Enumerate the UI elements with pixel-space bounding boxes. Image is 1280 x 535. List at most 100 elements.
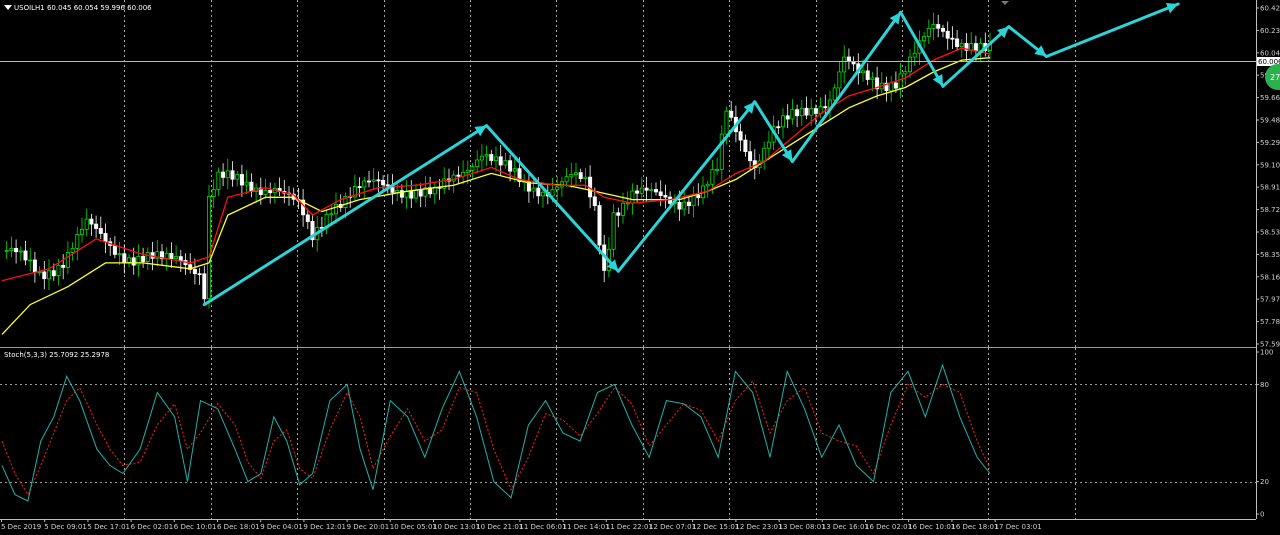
time-tick-label: 6 Dec 18:01 (217, 523, 260, 531)
stoch-panel-bg (0, 348, 1256, 519)
candle-body (18, 250, 23, 253)
candle-body (98, 228, 103, 234)
time-tick-label: 9 Dec 20:01 (347, 523, 390, 531)
candle-body (644, 187, 649, 191)
candle-body (235, 174, 240, 180)
candle-body (362, 180, 367, 188)
time-tick-label: 12 Dec 15:01 (692, 523, 739, 531)
candle-body (696, 194, 701, 199)
candle-body (376, 179, 381, 182)
candle-body (305, 214, 310, 222)
price-tick-label: 59.480 (1260, 117, 1280, 125)
candle-body (738, 131, 743, 141)
candle-body (230, 170, 235, 180)
price-tick-label: 57.595 (1260, 341, 1280, 349)
candle-body (268, 190, 273, 194)
candle-body (249, 181, 254, 192)
candle-body (729, 110, 734, 118)
time-tick-label: 5 Dec 17:01 (87, 523, 130, 531)
candle-body (898, 73, 903, 89)
time-tick-label: 6 Dec 02:01 (131, 523, 174, 531)
candle-body (141, 255, 146, 262)
candle-body (762, 147, 767, 162)
candle-body (493, 156, 498, 162)
candle-body (475, 159, 480, 168)
candle-body (785, 115, 790, 120)
candle-body (950, 37, 955, 40)
stoch-tick-label: 0 (1260, 511, 1264, 519)
price-tick-label: 58.725 (1260, 206, 1280, 214)
candle-body (263, 190, 268, 195)
candle-body (51, 270, 56, 277)
candle-body (418, 189, 423, 197)
time-axis-labels: 5 Dec 2019 5 Dec 09:01 5 Dec 17:01 6 Dec 02… (1, 519, 1042, 531)
time-tick-label: 6 Dec 10:01 (174, 523, 217, 531)
candle-body (169, 252, 174, 259)
candle-body (122, 253, 127, 263)
candle-body (955, 38, 960, 48)
candle-body (658, 191, 663, 196)
candle-body (94, 223, 99, 229)
candle-body (216, 171, 221, 190)
candle-body (846, 56, 851, 62)
candle-body (686, 201, 691, 207)
candle-body (103, 233, 108, 243)
candle-body (569, 174, 574, 178)
time-tick-label: 16 Dec 18:01 (951, 523, 998, 531)
price-tick-label: 60.420 (1260, 5, 1280, 13)
candle-body (508, 160, 513, 172)
time-tick-label: 9 Dec 12:01 (303, 523, 346, 531)
price-tick-label: 59.665 (1260, 94, 1280, 102)
price-tick-label: 58.160 (1260, 273, 1280, 281)
candle-body (691, 194, 696, 207)
candle-body (893, 82, 898, 89)
candle-body (70, 247, 75, 253)
price-axis-labels: 60.42060.23560.04559.85559.66559.48059.2… (1256, 5, 1280, 349)
candle-body (804, 107, 809, 116)
candle-body (865, 70, 870, 80)
candle-body (84, 218, 89, 230)
price-tick-label: 57.970 (1260, 296, 1280, 304)
time-tick-label: 10 Dec 05:01 (390, 523, 437, 531)
candle-body (564, 176, 569, 183)
candle-body (541, 191, 546, 197)
candle-body (470, 166, 475, 171)
candle-body (677, 201, 682, 210)
candle-body (635, 190, 640, 194)
candle-body (357, 186, 362, 189)
candle-body (28, 259, 33, 262)
candle-body (75, 234, 80, 249)
candle-body (371, 179, 376, 182)
candle-body (136, 255, 141, 266)
candle-body (639, 187, 644, 194)
time-tick-label: 17 Dec 03:01 (995, 523, 1042, 531)
candle-body (206, 196, 211, 300)
candle-body (174, 256, 179, 260)
candle-body (663, 195, 668, 198)
candle-body (178, 256, 183, 261)
candle-body (889, 82, 894, 92)
time-tick-label: 13 Dec 08:01 (779, 523, 826, 531)
candle-body (837, 71, 842, 89)
candle-body (221, 171, 226, 178)
candle-body (630, 190, 635, 204)
candle-body (484, 154, 489, 157)
candle-body (333, 203, 338, 215)
candle-body (145, 252, 150, 262)
candle-body (211, 189, 216, 197)
time-tick-label: 13 Dec 16:01 (822, 523, 869, 531)
candle-body (813, 108, 818, 114)
candle-body (832, 87, 837, 101)
price-tick-label: 57.780 (1260, 318, 1280, 326)
candle-body (531, 187, 536, 192)
candle-body (959, 43, 964, 47)
candle-body (56, 264, 61, 276)
price-tick-label: 60.045 (1260, 49, 1280, 57)
candle-body (710, 169, 715, 185)
candle-body (239, 174, 244, 186)
candle-body (842, 56, 847, 73)
profit-badge[interactable]: 27 (1265, 64, 1280, 90)
candle-body (192, 268, 197, 275)
time-tick-label: 11 Dec 14:01 (563, 523, 610, 531)
price-tick-label: 58.915 (1260, 184, 1280, 192)
